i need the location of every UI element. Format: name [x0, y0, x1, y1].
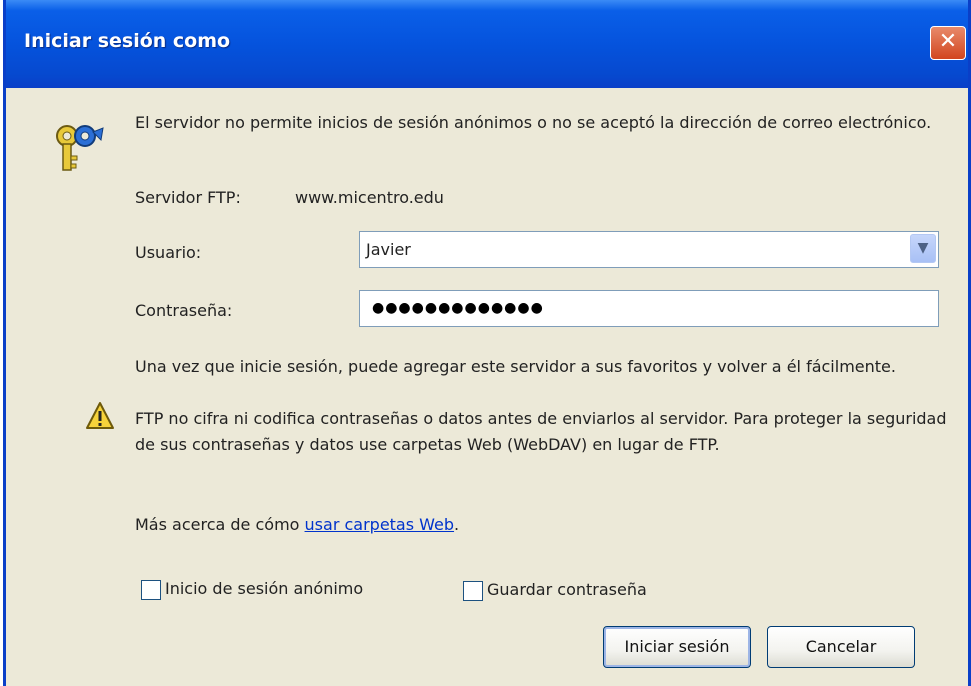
- server-label: Servidor FTP:: [135, 188, 241, 207]
- user-combobox[interactable]: Javier ▼: [359, 231, 939, 268]
- error-message: El servidor no permite inicios de sesión…: [135, 113, 932, 132]
- info-favorites: Una vez que inicie sesión, puede agregar…: [135, 357, 896, 376]
- login-dialog: Iniciar sesión como ✕ El servidor no per…: [3, 0, 971, 686]
- info-security-warning: FTP no cifra ni codifica contraseñas o d…: [135, 409, 947, 454]
- more-info-suffix: .: [454, 515, 460, 534]
- password-field[interactable]: ●●●●●●●●●●●●●: [359, 290, 939, 327]
- user-label: Usuario:: [135, 243, 202, 262]
- warning-icon: [85, 401, 115, 431]
- dialog-title: Iniciar sesión como: [24, 30, 231, 52]
- anonymous-login-checkbox[interactable]: [141, 580, 161, 600]
- anonymous-login-label[interactable]: Inicio de sesión anónimo: [165, 579, 363, 598]
- keys-icon: [41, 124, 105, 178]
- chevron-down-icon[interactable]: ▼: [910, 234, 936, 263]
- server-value: www.micentro.edu: [295, 188, 444, 207]
- password-label: Contraseña:: [135, 301, 233, 320]
- cancel-button[interactable]: Cancelar: [767, 626, 915, 668]
- webdav-link[interactable]: usar carpetas Web: [305, 515, 455, 534]
- title-bar[interactable]: Iniciar sesión como ✕: [6, 0, 968, 88]
- more-info-prefix: Más acerca de cómo: [135, 515, 305, 534]
- save-password-label[interactable]: Guardar contraseña: [487, 580, 647, 599]
- login-button[interactable]: Iniciar sesión: [603, 626, 751, 668]
- close-button[interactable]: ✕: [930, 26, 966, 60]
- user-value: Javier: [366, 240, 411, 259]
- more-info: Más acerca de cómo usar carpetas Web.: [135, 515, 459, 534]
- dialog-body: El servidor no permite inicios de sesión…: [9, 88, 968, 686]
- save-password-checkbox[interactable]: [463, 581, 483, 601]
- password-mask: ●●●●●●●●●●●●●: [372, 300, 544, 316]
